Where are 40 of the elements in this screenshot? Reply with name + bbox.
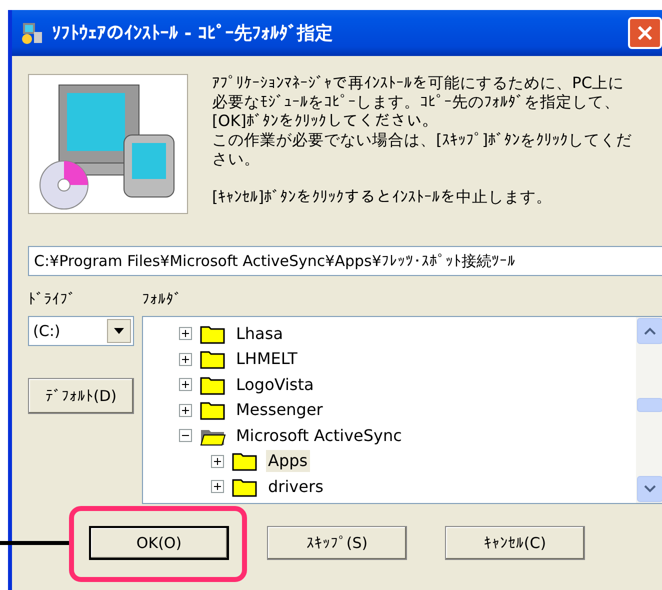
folder-icon <box>200 349 226 370</box>
folder-icon <box>232 451 258 472</box>
drive-dropdown[interactable]: (C:) <box>28 316 134 346</box>
folder-item[interactable]: Apps <box>266 450 310 472</box>
description-text: [ｷｬﾝｾﾙ]ﾎﾞﾀﾝをｸﾘｯｸするとｲﾝｽﾄｰﾙを中止します。 <box>212 188 554 207</box>
expand-icon[interactable] <box>179 352 192 366</box>
folder-item[interactable]: Microsoft ActiveSync <box>234 424 404 447</box>
expand-icon[interactable] <box>211 480 224 494</box>
installer-icon <box>20 21 44 45</box>
folder-item[interactable]: drivers <box>266 476 326 498</box>
dialog-button[interactable]: OK(O) <box>89 526 229 560</box>
folder-icon <box>200 324 226 344</box>
folder-item[interactable]: LHMELT <box>234 348 300 370</box>
caret-icon <box>114 328 124 334</box>
scrollbar[interactable] <box>636 317 662 503</box>
close-icon <box>637 24 653 41</box>
expand-icon[interactable] <box>179 404 192 417</box>
description-text: ｱﾌﾟﾘｹｰｼｮﾝﾏﾈｰｼﾞｬで再ｲﾝｽﾄｰﾙを可能にするために、PC上に必要なﾓｼﾞｭｰﾙをｺﾋﾟｰします。ｺﾋﾟｰ先のﾌｫﾙﾀﾞを指定して、[OK]ﾎﾞﾀﾝをｸﾘｯｸしてください。 <box>212 74 626 131</box>
window-title: ｿﾌﾄｳｪｱのｲﾝｽﾄｰﾙ - ｺﾋﾟｰ先ﾌｫﾙﾀﾞ指定 <box>52 22 334 46</box>
collapse-icon[interactable] <box>179 429 192 442</box>
scroll-up-button[interactable] <box>637 318 662 344</box>
folder-label: ﾌｫﾙﾀﾞ <box>142 289 183 310</box>
path-field[interactable]: C:¥Program Files¥Microsoft ActiveSync¥Apps¥ﾌﾚｯﾂ･ｽﾎﾟｯﾄ接続ﾂｰﾙ <box>28 246 662 276</box>
dialog-button[interactable]: ｷｬﾝｾﾙ(C) <box>445 526 585 560</box>
folder-icon <box>200 374 226 395</box>
expand-icon[interactable] <box>179 378 192 392</box>
drive-label: ﾄﾞﾗｲﾌﾞ <box>28 289 77 310</box>
expand-icon[interactable] <box>211 454 224 468</box>
expand-icon[interactable] <box>179 327 192 340</box>
folder-item[interactable]: Messenger <box>234 399 325 422</box>
folder-icon <box>200 400 226 420</box>
close-button[interactable] <box>628 17 662 49</box>
scroll-thumb[interactable] <box>637 398 662 412</box>
dialog-button[interactable]: ｽｷｯﾌﾟ(S) <box>267 526 407 560</box>
folder-icon <box>232 476 258 497</box>
folder-item[interactable]: LogoVista <box>234 374 316 396</box>
default-button[interactable]: ﾃﾞﾌｫﾙﾄ(D) <box>28 378 134 414</box>
scroll-down-button[interactable] <box>637 476 662 502</box>
description-text: この作業が必要でない場合は、[ｽｷｯﾌﾟ]ﾎﾞﾀﾝをｸﾘｯｸしてください。 <box>212 131 634 169</box>
folder-item[interactable]: Lhasa <box>234 322 285 345</box>
